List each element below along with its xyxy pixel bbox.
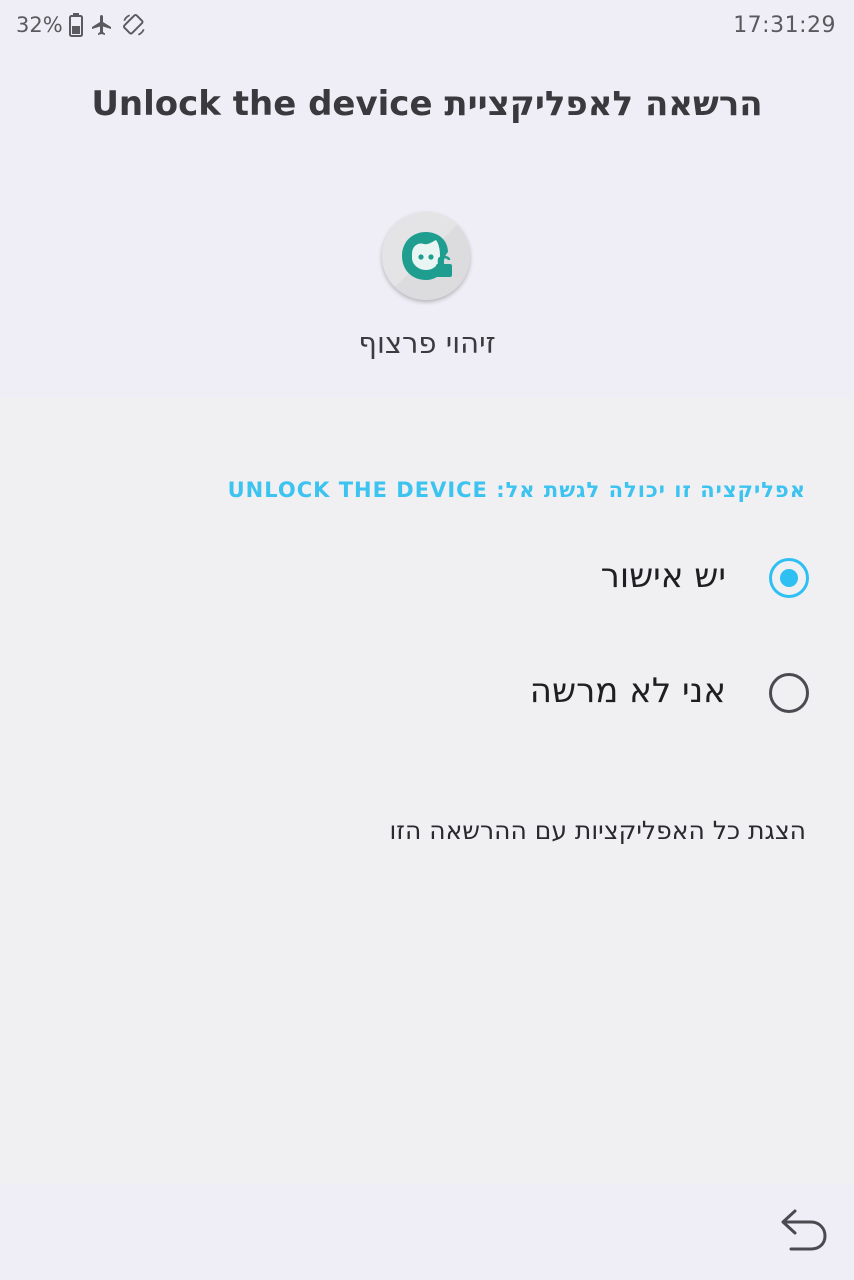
option-allow-label: יש אישור — [600, 556, 726, 596]
status-time: 17:31:29 — [733, 12, 836, 38]
face-unlock-icon — [382, 212, 470, 300]
status-bar: 32% 17:31:29 — [0, 0, 854, 50]
battery-icon — [68, 13, 83, 37]
screen-rotation-icon — [121, 12, 147, 38]
radio-allow-dot — [780, 569, 798, 587]
permission-header: הרשאה לאפליקציית Unlock the device זיהוי… — [0, 50, 854, 398]
radio-deny[interactable] — [769, 673, 809, 713]
battery-percent: 32% — [16, 13, 63, 37]
section-label: אפליקציה זו יכולה לגשת אל: UNLOCK THE DE… — [227, 478, 806, 502]
permission-screen: 32% 17:31:29 הרשאה לאפליקציית Unlock the… — [0, 0, 854, 1280]
option-deny-label: אני לא מרשה — [529, 671, 726, 711]
option-allow[interactable]: יש אישור — [0, 538, 854, 618]
show-all-apps-link[interactable]: הצגת כל האפליקציות עם ההרשאה הזו — [390, 816, 807, 845]
option-deny[interactable]: אני לא מרשה — [0, 653, 854, 733]
airplane-icon — [89, 13, 115, 37]
back-button[interactable] — [776, 1206, 832, 1258]
back-arrow-icon — [779, 1207, 829, 1257]
permission-content: אפליקציה זו יכולה לגשת אל: UNLOCK THE DE… — [0, 398, 854, 1184]
bottom-bar — [0, 1184, 854, 1280]
radio-allow[interactable] — [769, 558, 809, 598]
status-left-group: 32% — [16, 10, 147, 40]
app-name: זיהוי פרצוף — [358, 326, 496, 360]
page-title: הרשאה לאפליקציית Unlock the device — [91, 84, 763, 124]
